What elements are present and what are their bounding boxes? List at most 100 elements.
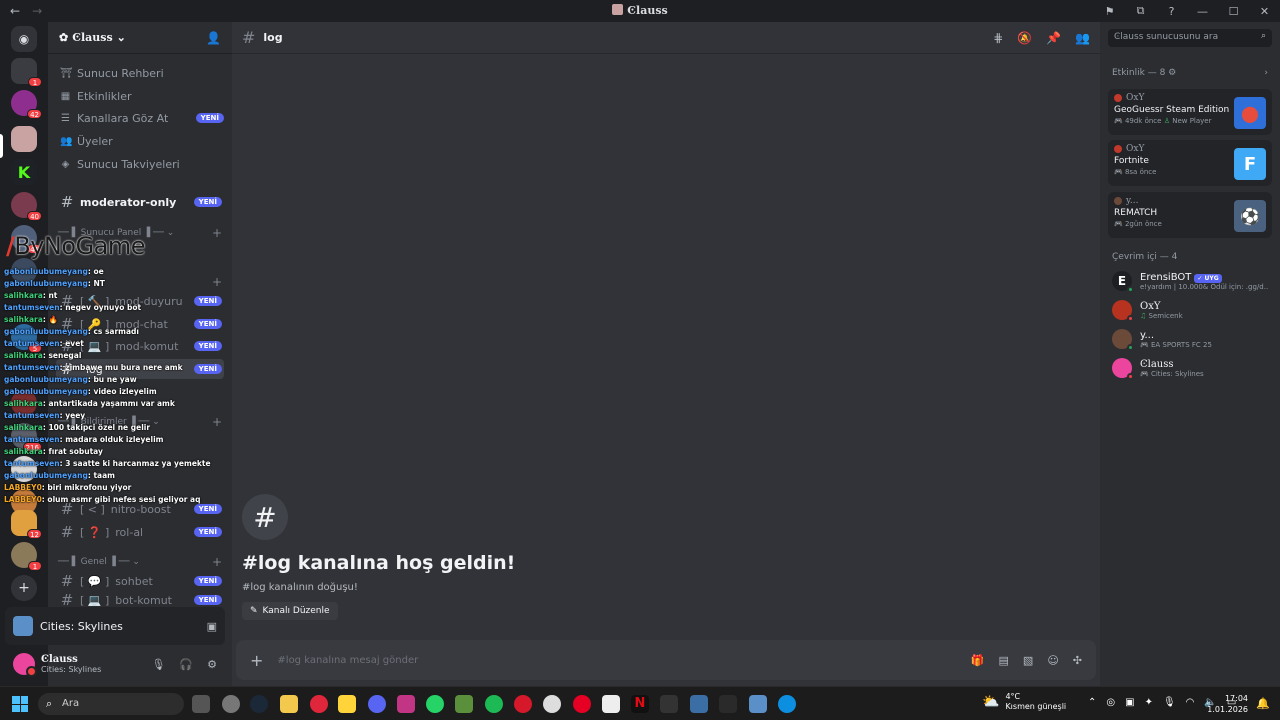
notification-icon[interactable]: 🔔 bbox=[1256, 697, 1270, 710]
edit-channel-button[interactable]: ✎ Kanalı Düzenle bbox=[242, 602, 338, 620]
tray-app-icon[interactable]: ✦ bbox=[1145, 697, 1153, 708]
channel-rol-al[interactable]: #[ ❓ ] rol-al YENİ bbox=[56, 522, 224, 542]
category-row[interactable]: + bbox=[58, 275, 226, 289]
channel-moderator-only[interactable]: # moderator-only YENİ bbox=[56, 192, 224, 212]
pin-icon[interactable]: 📌 bbox=[1046, 31, 1061, 45]
add-server-button[interactable]: + bbox=[11, 575, 37, 601]
taskbar-search[interactable]: ⌕ Ara bbox=[38, 693, 184, 715]
media-player-icon[interactable] bbox=[514, 695, 532, 713]
app-icon[interactable] bbox=[222, 695, 240, 713]
server-icon[interactable] bbox=[11, 456, 37, 482]
menu-server-guide[interactable]: ⛩ Sunucu Rehberi bbox=[60, 63, 226, 83]
search-input[interactable]: Ͼlauss sunucusunu ara ⌕ bbox=[1108, 29, 1272, 47]
activity-settings-icon[interactable]: ▣ bbox=[207, 620, 217, 633]
server-icon-active[interactable] bbox=[11, 126, 37, 152]
category-bildirimler[interactable]: ── ▌ Bildirimler ▐ ── ⌄ + bbox=[58, 415, 226, 429]
channel-sohbet[interactable]: #[ 💬 ] sohbet YENİ bbox=[56, 571, 224, 591]
notification-bell-muted-icon[interactable]: 🔕 bbox=[1017, 31, 1032, 45]
screen-share-icon[interactable]: ⧉ bbox=[1125, 4, 1156, 18]
tray-app-icon[interactable]: ◎ bbox=[1106, 697, 1115, 708]
invite-people-icon[interactable]: 👤 bbox=[206, 31, 221, 45]
task-view-icon[interactable] bbox=[192, 695, 210, 713]
cities-skylines-icon[interactable] bbox=[749, 695, 767, 713]
add-channel-icon[interactable]: + bbox=[212, 415, 222, 429]
menu-events[interactable]: ▦ Etkinlikler bbox=[60, 86, 226, 106]
member-item[interactable]: E ErensiBOT ✓ UYG e!yardım | 10.000& Ödül … bbox=[1112, 268, 1272, 294]
minimize-button[interactable]: — bbox=[1187, 5, 1218, 18]
server-icon[interactable]: 1 bbox=[11, 542, 42, 571]
gift-icon[interactable]: 🎁 bbox=[971, 654, 985, 667]
maximize-button[interactable]: ☐ bbox=[1218, 5, 1249, 18]
avatar[interactable] bbox=[13, 653, 37, 677]
steam-icon[interactable] bbox=[250, 695, 268, 713]
chatgpt-icon[interactable] bbox=[543, 695, 561, 713]
gif-icon[interactable]: ▤ bbox=[999, 654, 1009, 667]
add-channel-icon[interactable]: + bbox=[212, 555, 222, 569]
whatsapp-icon[interactable] bbox=[426, 695, 444, 713]
opera-icon[interactable] bbox=[310, 695, 328, 713]
attach-plus-icon[interactable]: + bbox=[250, 651, 263, 670]
clock[interactable]: 17:04 1.01.2026 bbox=[1207, 693, 1248, 715]
category-sunucu-panel[interactable]: ── ▌ Sunucu Panel ▐ ── ⌄ + bbox=[58, 226, 226, 240]
file-explorer-icon[interactable] bbox=[280, 695, 298, 713]
server-icon[interactable]: 12 bbox=[11, 510, 42, 539]
emoji-icon[interactable]: ☺ bbox=[1047, 654, 1058, 667]
menu-members[interactable]: 👥 Üyeler bbox=[60, 131, 226, 151]
activity-panel[interactable]: Cities: Skylines ▣ bbox=[5, 607, 225, 645]
microphone-icon[interactable]: 🎙 bbox=[151, 658, 165, 671]
weather-widget[interactable]: ⛅ 4°C Kısmen güneşli bbox=[982, 692, 1066, 712]
channel-mod-chat[interactable]: #[ 🔑 ] mod-chat YENİ bbox=[56, 314, 224, 334]
store-icon[interactable] bbox=[338, 695, 356, 713]
channel-bot-komut[interactable]: #[ 💻 ] bot-komut YENİ bbox=[56, 594, 224, 606]
microphone-icon[interactable]: 🎙 bbox=[1163, 697, 1176, 708]
close-button[interactable]: ✕ bbox=[1249, 5, 1280, 18]
server-icon[interactable]: 40 bbox=[11, 192, 42, 221]
server-icon[interactable]: 216 bbox=[11, 423, 42, 452]
channel-mod-komut[interactable]: #[ 💻 ] mod-komut YENİ bbox=[56, 336, 224, 356]
inbox-icon[interactable]: ⚑ bbox=[1094, 5, 1125, 18]
help-icon[interactable]: ? bbox=[1156, 5, 1187, 18]
activity-card[interactable]: OxY GeoGuessr Steam Edition 🎮 49dk önce … bbox=[1108, 89, 1272, 135]
member-item[interactable]: Ͼlauss 🎮 Cities: Skylines bbox=[1112, 355, 1272, 381]
server-icon[interactable]: 5 bbox=[11, 324, 42, 353]
activity-header[interactable]: Etkinlik — 8 ⚙ › bbox=[1112, 68, 1268, 78]
gear-icon[interactable]: ⚙ bbox=[207, 658, 217, 671]
headphones-icon[interactable]: 🎧 bbox=[179, 658, 193, 671]
epic-games-icon[interactable] bbox=[719, 695, 737, 713]
tray-app-icon[interactable]: ▣ bbox=[1125, 697, 1134, 708]
home-button[interactable]: ◉ bbox=[11, 26, 37, 52]
activity-card[interactable]: y... REMATCH 🎮 2gün önce ⚽ bbox=[1108, 192, 1272, 238]
server-icon[interactable]: 41 bbox=[11, 225, 42, 254]
start-button[interactable] bbox=[12, 696, 28, 712]
threads-icon[interactable]: ⋕ bbox=[993, 31, 1003, 45]
edge-icon[interactable] bbox=[778, 695, 796, 713]
members-list-icon[interactable]: 👥 bbox=[1075, 31, 1090, 45]
pinterest-icon[interactable] bbox=[573, 695, 591, 713]
server-header[interactable]: ✿ Ͼlauss ⌄ 👤 bbox=[48, 22, 232, 54]
user-info[interactable]: Ͼlauss Cities: Skylines bbox=[41, 654, 101, 674]
server-name[interactable]: ✿ Ͼlauss ⌄ bbox=[59, 31, 126, 44]
sticker-icon[interactable]: ▧ bbox=[1023, 654, 1033, 667]
channel-log-selected[interactable]: # log YENİ bbox=[56, 359, 224, 379]
server-icon[interactable]: 42 bbox=[11, 90, 42, 119]
app-icon[interactable] bbox=[690, 695, 708, 713]
add-channel-icon[interactable]: + bbox=[212, 226, 222, 240]
app-icon[interactable] bbox=[602, 695, 620, 713]
server-icon[interactable] bbox=[11, 258, 37, 284]
app-icon[interactable] bbox=[660, 695, 678, 713]
discord-taskbar-icon[interactable] bbox=[368, 695, 386, 713]
wifi-icon[interactable]: ◠ bbox=[1186, 697, 1195, 708]
instagram-icon[interactable] bbox=[397, 695, 415, 713]
member-item[interactable]: OxY ♫ Semicenk bbox=[1112, 297, 1272, 323]
add-channel-icon[interactable]: + bbox=[212, 275, 222, 289]
server-icon[interactable]: K bbox=[11, 159, 37, 185]
chevron-up-icon[interactable]: ⌃ bbox=[1088, 697, 1096, 708]
menu-browse-channels[interactable]: ☰ Kanallara Göz At YENİ bbox=[60, 108, 226, 128]
spotify-icon[interactable] bbox=[485, 695, 503, 713]
channel-mod-duyuru[interactable]: #[ 🔨 ] mod-duyuru YENİ bbox=[56, 291, 224, 311]
member-item[interactable]: y... 🎮 EA SPORTS FC 25 bbox=[1112, 326, 1272, 352]
activity-card[interactable]: OxY Fortnite 🎮 8sa önce F bbox=[1108, 140, 1272, 186]
minecraft-icon[interactable] bbox=[455, 695, 473, 713]
server-icon[interactable]: 1 bbox=[11, 58, 42, 87]
message-input[interactable] bbox=[277, 654, 878, 666]
